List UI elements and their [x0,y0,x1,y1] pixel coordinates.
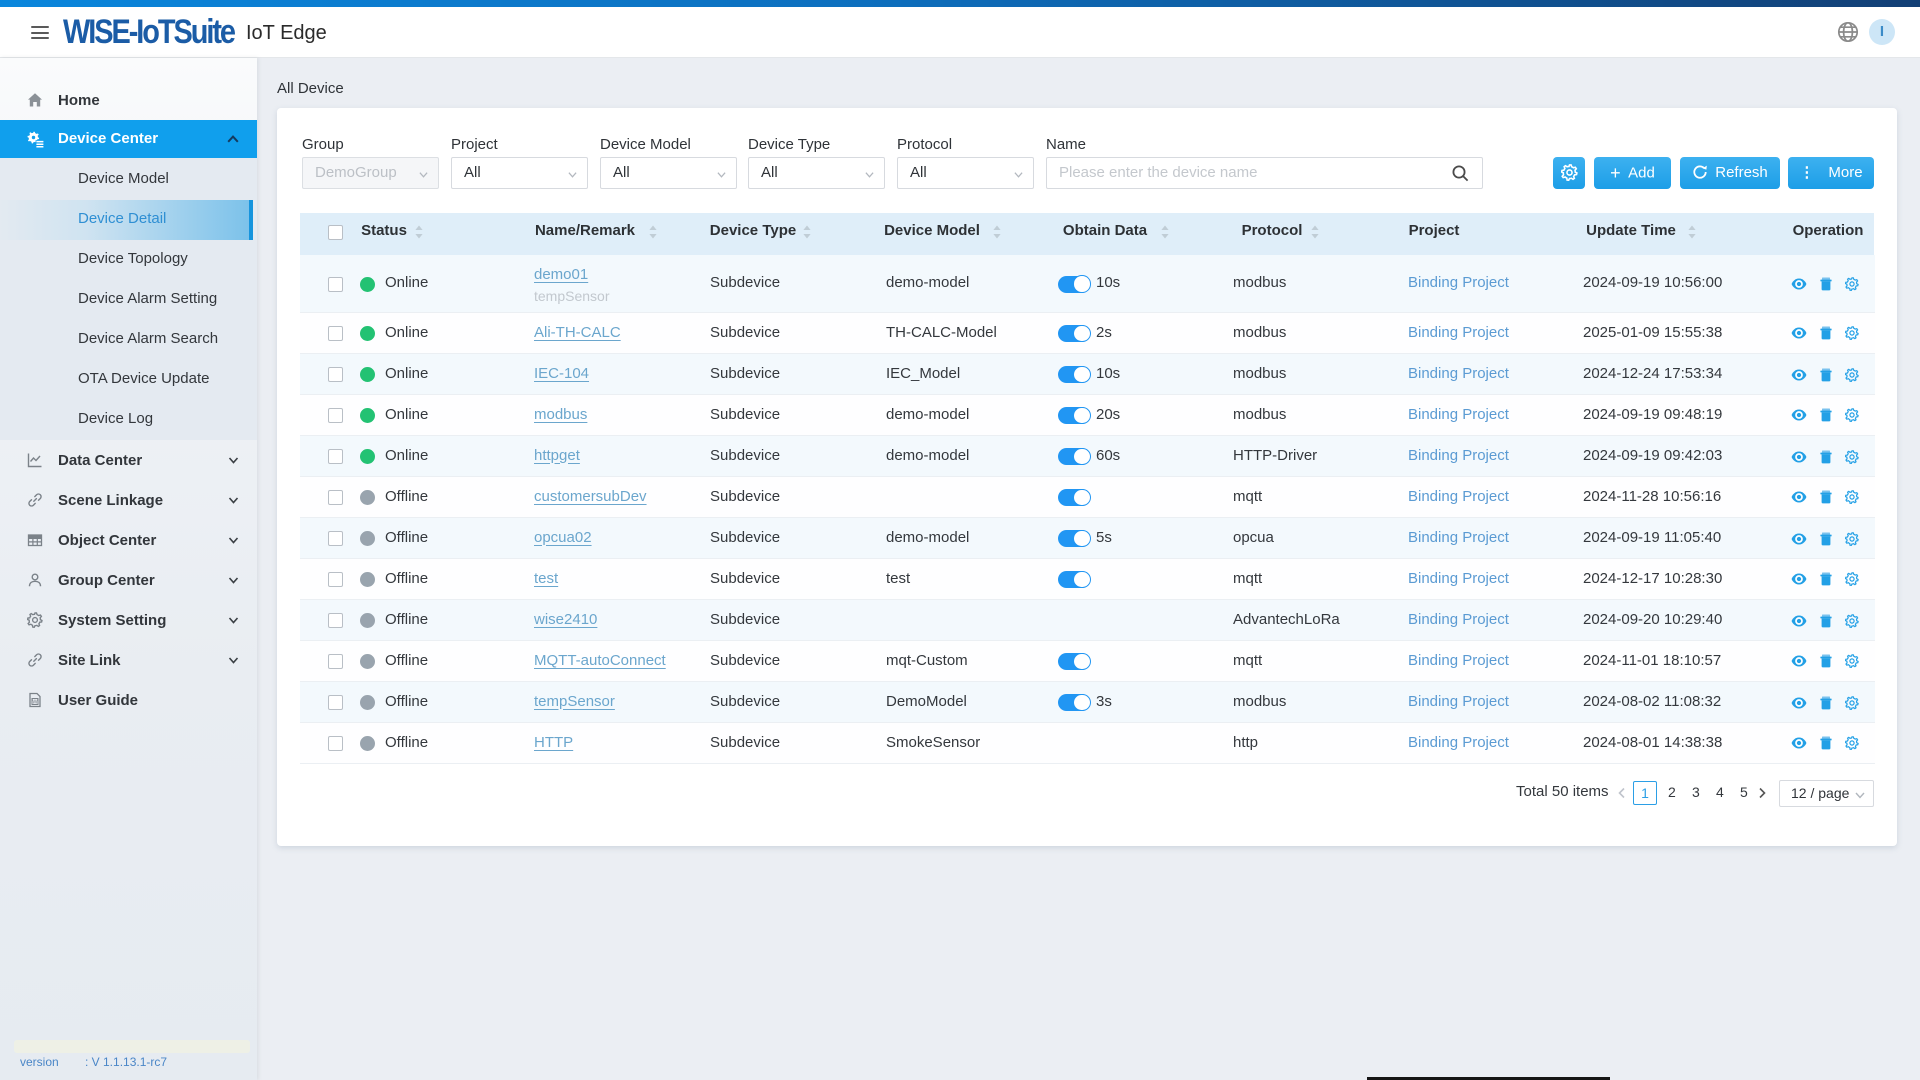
svg-text:W: W [32,699,38,705]
